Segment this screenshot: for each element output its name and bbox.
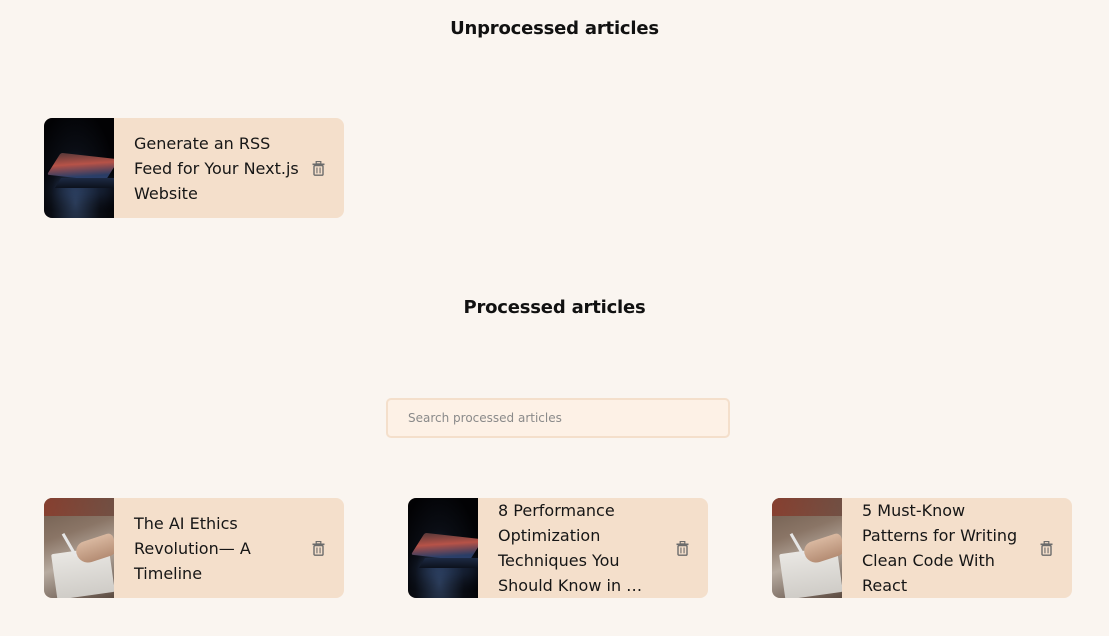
unprocessed-section-title: Unprocessed articles xyxy=(450,18,659,39)
article-thumbnail xyxy=(44,118,114,218)
delete-article-button[interactable] xyxy=(670,540,694,556)
search-container xyxy=(386,398,730,438)
processed-article-card[interactable]: 5 Must-Know Patterns for Writing Clean C… xyxy=(772,498,1072,598)
processed-article-card[interactable]: The AI Ethics Revolution— A Timeline xyxy=(44,498,344,598)
trash-icon xyxy=(312,160,325,176)
search-input[interactable] xyxy=(386,398,730,438)
article-thumbnail xyxy=(408,498,478,598)
delete-article-button[interactable] xyxy=(1034,540,1058,556)
article-title: Generate an RSS Feed for Your Next.js We… xyxy=(134,133,299,203)
trash-icon xyxy=(312,540,325,556)
article-title: 8 Performance Optimization Techniques Yo… xyxy=(498,501,643,595)
processed-article-card[interactable]: 8 Performance Optimization Techniques Yo… xyxy=(408,498,708,598)
processed-section-title: Processed articles xyxy=(463,297,646,318)
article-title: The AI Ethics Revolution— A Timeline xyxy=(134,513,251,583)
trash-icon xyxy=(676,540,689,556)
delete-article-button[interactable] xyxy=(306,540,330,556)
unprocessed-article-card[interactable]: Generate an RSS Feed for Your Next.js We… xyxy=(44,118,344,218)
article-title: 5 Must-Know Patterns for Writing Clean C… xyxy=(862,501,1018,595)
article-thumbnail xyxy=(772,498,842,598)
article-thumbnail xyxy=(44,498,114,598)
trash-icon xyxy=(1040,540,1053,556)
delete-article-button[interactable] xyxy=(306,160,330,176)
